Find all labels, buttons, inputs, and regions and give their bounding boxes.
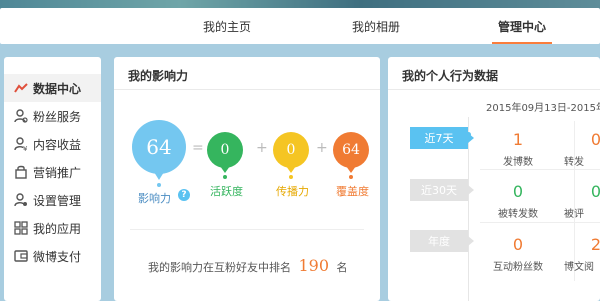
marker-dot xyxy=(157,183,161,187)
tab-my-homepage[interactable]: 我的主页 xyxy=(203,18,251,44)
sidebar-item-content-revenue[interactable]: ¥ 内容收益 xyxy=(4,130,101,158)
rank-suffix: 名 xyxy=(336,261,348,274)
stat-value: 1 xyxy=(512,130,524,149)
stat-label: 互动粉丝数 xyxy=(493,262,543,273)
spread-label: 传播力 xyxy=(276,185,309,198)
timeline-line xyxy=(468,117,469,301)
sidebar-item-label: 我的应用 xyxy=(33,221,82,236)
sidebar-item-data-center[interactable]: 数据中心 xyxy=(4,74,101,102)
stat-value: 2 xyxy=(590,235,600,254)
sidebar: 数据中心 粉丝服务 ¥ 内容收益 营销推广 设置管理 我的应用 微博支付 xyxy=(4,57,101,301)
coverage-label: 覆盖度 xyxy=(336,185,369,198)
help-icon[interactable]: ? xyxy=(178,189,190,201)
grid-icon xyxy=(14,221,28,235)
influence-score-bubble: 64 xyxy=(132,120,186,180)
tab-management-center[interactable]: 管理中心 xyxy=(491,18,553,44)
stat-label: 博文阅 xyxy=(564,262,594,273)
date-range: 2015年09月13日-2015年 xyxy=(486,103,600,114)
divider xyxy=(480,169,600,170)
trend-icon xyxy=(14,81,28,95)
sidebar-item-label: 设置管理 xyxy=(33,193,82,208)
range-7days-button[interactable]: 近7天 xyxy=(410,127,474,149)
stat-value: 0 xyxy=(590,182,600,201)
influence-card: 我的影响力 64 = 0 + 0 + 64 影响力 ? 活跃度 传播力 覆盖度 … xyxy=(114,57,380,301)
activity-label: 活跃度 xyxy=(210,185,243,198)
behavior-title: 我的个人行为数据 xyxy=(402,69,499,83)
rank-line: 我的影响力在互粉好友中排名 190 名 xyxy=(148,256,348,275)
sidebar-item-label: 粉丝服务 xyxy=(33,109,82,124)
sidebar-item-my-apps[interactable]: 我的应用 xyxy=(4,214,101,242)
spread-bubble: 0 xyxy=(273,132,309,173)
sidebar-item-label: 数据中心 xyxy=(33,81,82,96)
stat-label: 被转发数 xyxy=(498,209,538,220)
bag-icon xyxy=(14,165,28,179)
top-navigation: 我的主页 我的相册 管理中心 xyxy=(0,8,600,44)
stat-value: 0 xyxy=(512,235,524,254)
divider xyxy=(114,89,380,90)
rank-prefix: 我的影响力在互粉好友中排名 xyxy=(148,261,291,274)
marker-dot xyxy=(349,175,353,179)
stat-value: 0 xyxy=(590,130,600,149)
equals-sign: = xyxy=(192,140,204,156)
tab-my-album[interactable]: 我的相册 xyxy=(352,18,400,44)
sidebar-item-settings[interactable]: 设置管理 xyxy=(4,186,101,214)
sidebar-item-label: 营销推广 xyxy=(33,165,82,180)
user-settings-icon xyxy=(14,193,28,207)
svg-text:¥: ¥ xyxy=(23,145,28,151)
rank-value: 190 xyxy=(298,256,330,275)
sidebar-item-weibo-pay[interactable]: 微博支付 xyxy=(4,242,101,270)
sidebar-item-label: 内容收益 xyxy=(33,137,82,152)
influence-label: 影响力 xyxy=(138,192,171,205)
sidebar-item-marketing[interactable]: 营销推广 xyxy=(4,158,101,186)
stat-label: 被评 xyxy=(564,209,584,220)
activity-bubble: 0 xyxy=(207,132,243,173)
range-year-button[interactable]: 年度 xyxy=(410,230,474,252)
marker-dot xyxy=(289,175,293,179)
plus-sign: + xyxy=(256,140,268,156)
marker-dot xyxy=(223,175,227,179)
plus-sign: + xyxy=(316,140,328,156)
user-icon xyxy=(14,109,28,123)
sidebar-item-label: 微博支付 xyxy=(33,249,82,264)
divider xyxy=(388,89,600,90)
coverage-bubble: 64 xyxy=(333,132,369,173)
sidebar-item-fan-service[interactable]: 粉丝服务 xyxy=(4,102,101,130)
divider xyxy=(130,229,364,230)
stat-label: 发博数 xyxy=(503,157,533,168)
divider xyxy=(480,222,600,223)
behavior-card: 我的个人行为数据 2015年09月13日-2015年 近7天 近30天 年度 1… xyxy=(388,57,600,301)
user-coin-icon: ¥ xyxy=(14,137,28,151)
stat-label: 转发 xyxy=(564,157,584,168)
influence-title: 我的影响力 xyxy=(128,69,189,83)
stat-value: 0 xyxy=(512,182,524,201)
range-30days-button[interactable]: 近30天 xyxy=(410,179,474,201)
wallet-icon xyxy=(14,249,28,263)
